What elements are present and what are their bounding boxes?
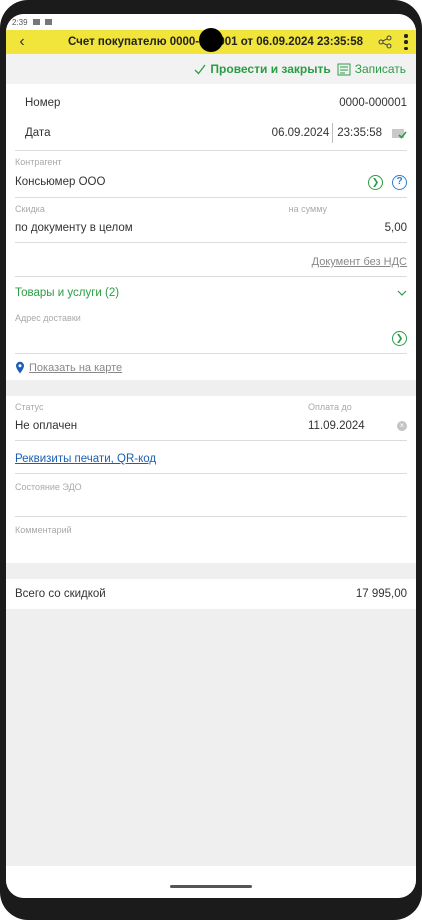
open-arrow-icon[interactable]: ❯ <box>368 174 383 190</box>
action-bar: Провести и закрыть Записать <box>6 54 416 84</box>
notification-icon <box>44 19 52 25</box>
phone-frame: 2:39 ‹ Счет покупателю 0000-000001 от 06… <box>0 0 422 920</box>
status-label: Статус <box>15 402 44 412</box>
date-label: Дата <box>25 127 51 139</box>
clear-icon[interactable]: × <box>397 421 407 431</box>
number-row: Номер 0000-000001 <box>6 90 416 116</box>
more-vertical-icon[interactable] <box>402 34 410 50</box>
calendar-icon[interactable] <box>391 127 407 140</box>
help-icon[interactable]: ? <box>392 174 407 190</box>
discount-amount-value[interactable]: 5,00 <box>385 222 407 234</box>
number-label: Номер <box>25 97 61 109</box>
home-indicator[interactable] <box>170 885 252 888</box>
goods-label[interactable]: Товары и услуги (2) <box>15 287 119 299</box>
save-icon <box>337 63 351 75</box>
counterparty-value[interactable]: Консьюмер ООО <box>15 176 105 188</box>
front-camera <box>199 28 223 52</box>
comment-field[interactable]: Комментарий <box>6 517 416 563</box>
status-group: Статус Оплата до Не оплачен 11.09.2024 × <box>6 402 416 440</box>
status-value[interactable]: Не оплачен <box>15 420 308 432</box>
no-vat-link[interactable]: Документ без НДС <box>312 256 407 268</box>
date-row: Дата 06.09.2024 23:35:58 <box>6 116 416 150</box>
save-label: Записать <box>354 62 406 76</box>
date-value[interactable]: 06.09.2024 <box>272 127 333 139</box>
due-value[interactable]: 11.09.2024 <box>308 420 365 432</box>
total-label: Всего со скидкой <box>15 588 106 600</box>
edo-group[interactable]: Состояние ЭДО <box>6 474 416 516</box>
due-label: Оплата до <box>308 402 352 412</box>
comment-label: Комментарий <box>15 525 72 535</box>
time-value[interactable]: 23:35:58 <box>333 127 382 139</box>
post-and-close-label: Провести и закрыть <box>210 62 331 76</box>
status-time: 2:39 <box>12 17 28 27</box>
edo-label: Состояние ЭДО <box>15 482 82 492</box>
total-row: Всего со скидкой 17 995,00 <box>6 579 416 609</box>
chevron-down-icon[interactable] <box>397 290 407 296</box>
section-gap <box>6 380 416 396</box>
navigation-bar <box>6 866 416 898</box>
number-value[interactable]: 0000-000001 <box>339 97 407 109</box>
counterparty-group: Контрагент Консьюмер ООО ❯ ? <box>6 151 416 197</box>
goods-row[interactable]: Товары и услуги (2) <box>6 277 416 309</box>
discount-value[interactable]: по документу в целом <box>15 222 133 234</box>
share-icon[interactable] <box>378 35 392 49</box>
counterparty-label: Контрагент <box>15 157 62 167</box>
delivery-group: Адрес доставки ❯ <box>6 309 416 353</box>
total-value: 17 995,00 <box>355 588 407 600</box>
payment-card: Статус Оплата до Не оплачен 11.09.2024 ×… <box>6 396 416 563</box>
delivery-label: Адрес доставки <box>15 313 81 323</box>
discount-group: Скидка на сумму по документу в целом 5,0… <box>6 198 416 242</box>
section-gap <box>6 563 416 579</box>
show-on-map-link[interactable]: Показать на карте <box>29 362 122 374</box>
discount-amount-label: на сумму <box>288 204 327 214</box>
screen: 2:39 ‹ Счет покупателю 0000-000001 от 06… <box>6 14 416 898</box>
open-arrow-icon[interactable]: ❯ <box>392 330 407 346</box>
map-pin-icon <box>16 361 24 374</box>
document-card: Номер 0000-000001 Дата 06.09.2024 23:35:… <box>6 84 416 380</box>
chevron-left-icon[interactable]: ‹ <box>10 30 34 54</box>
save-button[interactable]: Записать <box>337 62 406 76</box>
discount-label: Скидка <box>15 204 45 214</box>
notification-icon <box>32 19 40 25</box>
post-and-close-button[interactable]: Провести и закрыть <box>194 62 331 76</box>
check-icon <box>194 64 206 74</box>
print-details-link[interactable]: Реквизиты печати, QR-код <box>15 453 156 465</box>
